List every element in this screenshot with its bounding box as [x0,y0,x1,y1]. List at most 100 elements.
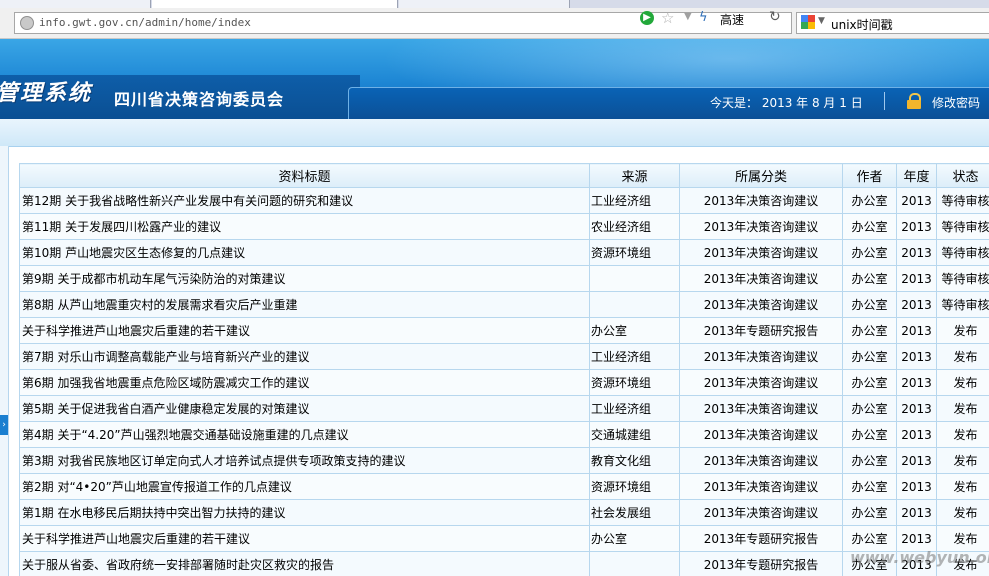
browser-tab[interactable] [0,0,151,8]
table-row[interactable]: 第9期 关于成都市机动车尾气污染防治的对策建议 2013年决策咨询建议 办公室 201… [19,265,989,292]
column-header-status[interactable]: 状态 [936,163,989,188]
cell-source: 资源环境组 [589,473,680,500]
table-row[interactable]: 第12期 关于我省战略性新兴产业发展中有关问题的研究和建议 工业经济组 2013年决… [19,187,989,214]
cell-source: 农业经济组 [589,213,680,240]
nav-strip [0,119,989,147]
cell-title[interactable]: 第8期 从芦山地震重灾村的发展需求看灾后产业重建 [19,291,590,318]
search-box[interactable]: ▼ unix时间戳 [796,12,989,34]
cell-title[interactable]: 关于科学推进芦山地震灾后重建的若干建议 [19,317,590,344]
cell-title[interactable]: 第2期 对“4•20”芦山地震宣传报道工作的几点建议 [19,473,590,500]
cell-source: 资源环境组 [589,239,680,266]
cell-status: 发布 [936,447,989,474]
table-row[interactable]: 第1期 在水电移民后期扶持中突出智力扶持的建议 社会发展组 2013年决策咨询建议办… [19,499,989,526]
go-button-icon[interactable]: ▶ [640,11,654,25]
cell-title[interactable]: 第6期 加强我省地震重点危险区域防震减灾工作的建议 [19,369,590,396]
cell-author: 办公室 [842,395,897,422]
cell-year: 2013 [896,291,937,318]
cell-author: 办公室 [842,421,897,448]
speed-mode-icon[interactable]: ϟ [699,10,708,25]
cell-status: 等待审核 [936,291,989,318]
lock-icon[interactable] [906,93,922,109]
table-row[interactable]: 第6期 加强我省地震重点危险区域防震减灾工作的建议 资源环境组 2013年决策咨询建… [19,369,989,396]
table-header-row: 资料标题 来源 所属分类 作者 年度 状态 [19,163,989,188]
address-bar[interactable]: info.gwt.gov.cn/admin/home/index [14,12,792,34]
watermark: www.webyun.org [850,548,989,567]
cell-author: 办公室 [842,499,897,526]
cell-author: 办公室 [842,473,897,500]
chevron-down-icon[interactable]: ▼ [684,11,692,22]
cell-category: 2013年专题研究报告 [679,525,843,552]
cell-status: 发布 [936,499,989,526]
column-header-title[interactable]: 资料标题 [19,163,590,188]
cell-title[interactable]: 关于服从省委、省政府统一安排部署随时赴灾区救灾的报告 [19,551,590,576]
document-table: 资料标题 来源 所属分类 作者 年度 状态 第12期 关于我省战略性新兴产业发展… [19,163,989,576]
cell-author: 办公室 [842,265,897,292]
cell-title[interactable]: 第12期 关于我省战略性新兴产业发展中有关问题的研究和建议 [19,187,590,214]
browser-tab[interactable] [399,0,570,8]
table-row[interactable]: 第10期 芦山地震灾区生态修复的几点建议 资源环境组 2013年决策咨询建议 办公室 2… [19,239,989,266]
table-row[interactable]: 第2期 对“4•20”芦山地震宣传报道工作的几点建议 资源环境组 2013年决策咨询… [19,473,989,500]
cell-category: 2013年决策咨询建议 [679,239,843,266]
browser-toolbar: info.gwt.gov.cn/admin/home/index ▶ ☆ ▼ ϟ… [0,8,989,39]
cell-category: 2013年决策咨询建议 [679,343,843,370]
table-row[interactable]: 第5期 关于促进我省白酒产业健康稳定发展的对策建议 工业经济组 2013年决策咨询建… [19,395,989,422]
cell-title[interactable]: 第9期 关于成都市机动车尾气污染防治的对策建议 [19,265,590,292]
column-header-year[interactable]: 年度 [896,163,937,188]
table-row[interactable]: 第4期 关于“4.20”芦山强烈地震交通基础设施重建的几点建议 交通城建组 2013… [19,421,989,448]
google-icon [801,15,815,29]
bookmark-star-icon[interactable]: ☆ [661,9,674,27]
cell-status: 发布 [936,473,989,500]
column-header-category[interactable]: 所属分类 [679,163,843,188]
cell-title[interactable]: 第4期 关于“4.20”芦山强烈地震交通基础设施重建的几点建议 [19,421,590,448]
cell-title[interactable]: 第5期 关于促进我省白酒产业健康稳定发展的对策建议 [19,395,590,422]
cell-category: 2013年决策咨询建议 [679,369,843,396]
browser-tab-active[interactable] [152,0,398,8]
column-header-author[interactable]: 作者 [842,163,897,188]
cell-status: 发布 [936,317,989,344]
cell-title[interactable]: 第11期 关于发展四川松露产业的建议 [19,213,590,240]
cell-author: 办公室 [842,291,897,318]
header-info-bar [348,87,989,119]
search-engine-dropdown-icon[interactable]: ▼ [818,16,825,26]
cell-year: 2013 [896,499,937,526]
table-row[interactable]: 第8期 从芦山地震重灾村的发展需求看灾后产业重建 2013年决策咨询建议 办公室 20… [19,291,989,318]
cell-status: 发布 [936,395,989,422]
cell-author: 办公室 [842,317,897,344]
cell-source: 工业经济组 [589,187,680,214]
search-input[interactable]: unix时间戳 [831,16,893,33]
table-row[interactable]: 关于服从省委、省政府统一安排部署随时赴灾区救灾的报告 2013年专题研究报告 办公室… [19,551,989,576]
speed-mode-label[interactable]: 高速 [720,11,744,28]
cell-status: 发布 [936,343,989,370]
cell-year: 2013 [896,369,937,396]
cell-title[interactable]: 第10期 芦山地震灾区生态修复的几点建议 [19,239,590,266]
organization-name: 四川省决策咨询委员会 [114,90,285,109]
url-text[interactable]: info.gwt.gov.cn/admin/home/index [39,16,251,29]
cell-title[interactable]: 第1期 在水电移民后期扶持中突出智力扶持的建议 [19,499,590,526]
change-password-link[interactable]: 修改密码 [932,94,980,111]
cell-source [589,291,680,318]
cell-title[interactable]: 第3期 对我省民族地区订单定向式人才培养试点提供专项政策支持的建议 [19,447,590,474]
table-row[interactable]: 第3期 对我省民族地区订单定向式人才培养试点提供专项政策支持的建议 教育文化组 20… [19,447,989,474]
table-row[interactable]: 第11期 关于发展四川松露产业的建议 农业经济组 2013年决策咨询建议 办公室 201… [19,213,989,240]
cell-year: 2013 [896,187,937,214]
cell-title[interactable]: 关于科学推进芦山地震灾后重建的若干建议 [19,525,590,552]
cell-category: 2013年专题研究报告 [679,317,843,344]
table-row[interactable]: 关于科学推进芦山地震灾后重建的若干建议 办公室 2013年专题研究报告 办公室 2013… [19,317,989,344]
column-header-source[interactable]: 来源 [589,163,680,188]
cell-year: 2013 [896,265,937,292]
table-row[interactable]: 第7期 对乐山市调整高载能产业与培育新兴产业的建议 工业经济组 2013年决策咨询建… [19,343,989,370]
sidebar-collapsed [0,146,9,576]
table-row[interactable]: 关于科学推进芦山地震灾后重建的若干建议 办公室 2013年专题研究报告 办公室 2013… [19,525,989,552]
cell-title[interactable]: 第7期 对乐山市调整高载能产业与培育新兴产业的建议 [19,343,590,370]
cell-source [589,265,680,292]
cell-category: 2013年决策咨询建议 [679,447,843,474]
divider [884,92,885,110]
cell-source: 教育文化组 [589,447,680,474]
cell-category: 2013年决策咨询建议 [679,187,843,214]
cell-author: 办公室 [842,369,897,396]
sidebar-expand-button[interactable]: › [0,415,8,435]
refresh-icon[interactable]: ↻ [769,9,781,25]
cell-source: 社会发展组 [589,499,680,526]
cell-category: 2013年决策咨询建议 [679,213,843,240]
cell-category: 2013年决策咨询建议 [679,291,843,318]
